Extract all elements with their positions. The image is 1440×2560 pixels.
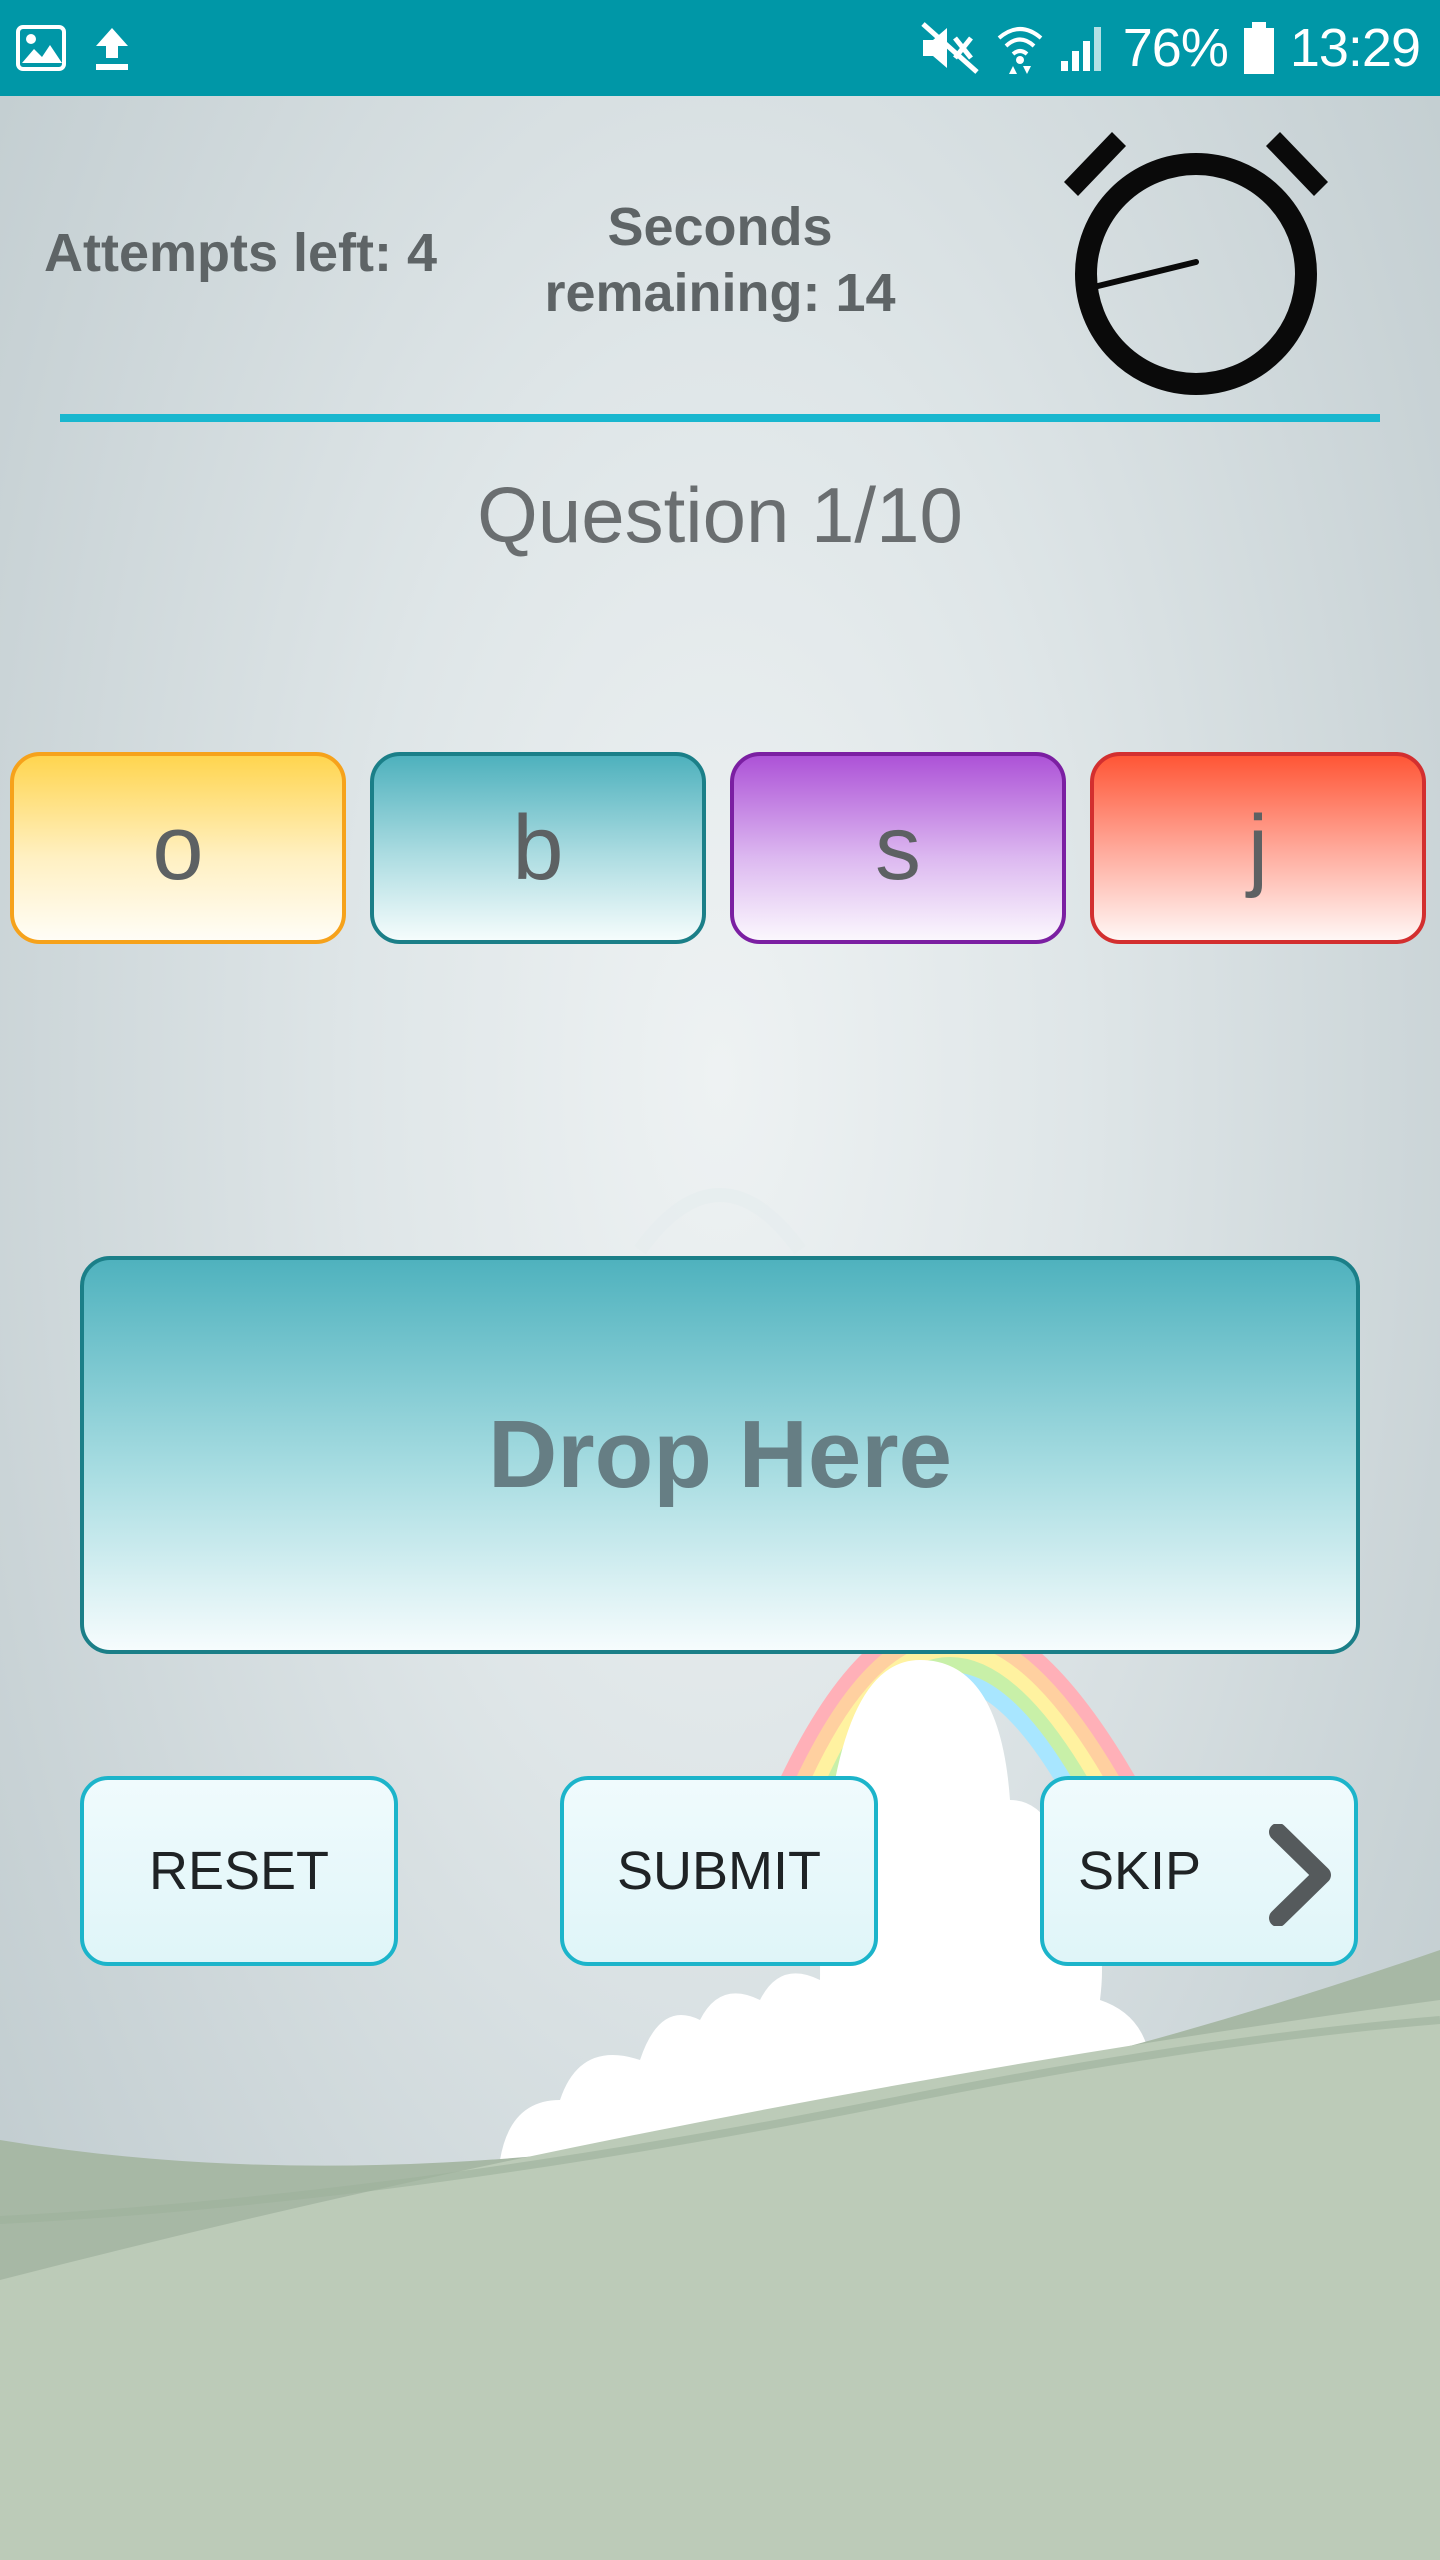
battery-icon [1243, 22, 1274, 74]
question-counter: Question 1/10 [477, 471, 963, 559]
letter-tile-1[interactable]: o [10, 752, 346, 944]
letter-tile-3[interactable]: s [730, 752, 1066, 944]
drop-label: Drop Here [487, 1401, 953, 1508]
status-bar: 76% 13:29 [0, 0, 1440, 96]
letter-tile-2[interactable]: b [370, 752, 706, 944]
seconds-value: remaining: 14 [544, 263, 896, 323]
skip-label: SKIP [1078, 1841, 1202, 1901]
image-icon [16, 25, 66, 71]
signal-icon [1060, 27, 1101, 71]
stopwatch-icon [1064, 132, 1328, 395]
clock: 13:29 [1289, 18, 1421, 78]
reset-button[interactable]: RESET [80, 1776, 398, 1966]
header-divider [60, 414, 1380, 422]
battery-percent: 76% [1122, 18, 1229, 78]
submit-button[interactable]: SUBMIT [560, 1776, 878, 1966]
attempts-left: Attempts left: 4 [44, 223, 438, 283]
skip-button[interactable]: SKIP [1040, 1776, 1358, 1966]
seconds-label: Seconds [607, 197, 833, 257]
chevron-right-icon [1269, 1824, 1331, 1926]
mute-icon [921, 22, 979, 74]
wifi-icon [997, 27, 1043, 74]
drop-zone[interactable]: Drop Here [80, 1256, 1360, 1654]
upload-icon [96, 28, 128, 70]
letter-tile-4[interactable]: j [1090, 752, 1426, 944]
letter-tiles: o b s j [10, 752, 1432, 950]
seconds-remaining: Seconds remaining: 14 [490, 194, 950, 326]
